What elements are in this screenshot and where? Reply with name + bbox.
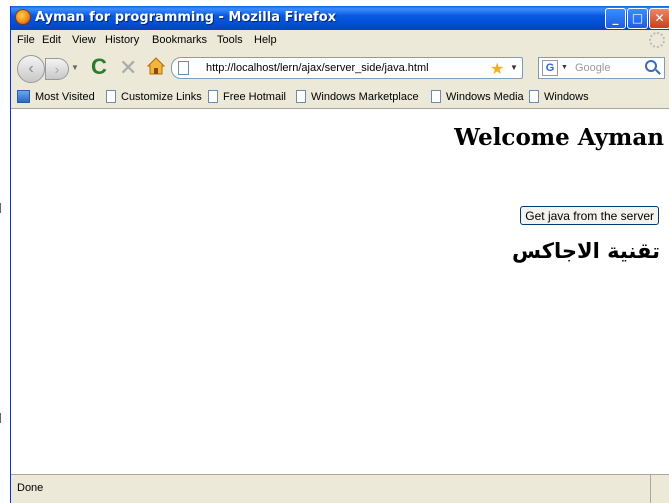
forward-button[interactable]: › <box>45 58 69 80</box>
menu-file[interactable]: File <box>17 34 35 46</box>
background-mark <box>0 413 4 423</box>
bookmarks-toolbar: Most Visited Customize Links Free Hotmai… <box>11 86 669 109</box>
stop-icon[interactable]: ✕ <box>119 55 137 81</box>
search-input[interactable]: Google <box>575 62 610 74</box>
window-title: Ayman for programming - Mozilla Firefox <box>35 10 337 25</box>
get-java-button[interactable]: Get java from the server <box>520 206 659 225</box>
bookmark-windows[interactable]: Windows <box>529 90 589 103</box>
status-text: Done <box>17 482 44 494</box>
search-icon[interactable] <box>645 60 657 72</box>
maximize-button[interactable]: □ <box>627 8 648 29</box>
url-input[interactable]: http://localhost/lern/ajax/server_side/j… <box>206 62 429 74</box>
page-icon <box>178 61 189 75</box>
page-icon <box>106 90 116 103</box>
page-icon <box>296 90 306 103</box>
engine-dropdown-icon[interactable]: ▼ <box>561 64 568 71</box>
menu-history[interactable]: History <box>105 34 139 46</box>
close-button[interactable]: ✕ <box>649 8 669 29</box>
bookmark-most-visited[interactable]: Most Visited <box>17 90 95 103</box>
browser-window: Ayman for programming - Mozilla Firefox … <box>10 6 669 503</box>
google-engine-icon[interactable]: G <box>542 60 558 76</box>
menu-edit[interactable]: Edit <box>42 34 61 46</box>
address-bar[interactable]: http://localhost/lern/ajax/server_side/j… <box>171 57 523 79</box>
menu-tools[interactable]: Tools <box>217 34 243 46</box>
bookmark-free-hotmail[interactable]: Free Hotmail <box>208 90 286 103</box>
page-icon <box>431 90 441 103</box>
history-dropdown-icon[interactable]: ▼ <box>71 63 79 72</box>
most-visited-icon <box>17 90 30 103</box>
bookmark-windows-media[interactable]: Windows Media <box>431 90 524 103</box>
navigation-toolbar: ‹ › ▼ C ✕ http://localhost/lern/ajax/ser… <box>11 50 669 86</box>
page-icon <box>208 90 218 103</box>
resize-grip[interactable] <box>650 475 669 503</box>
search-box[interactable]: G ▼ Google <box>538 57 665 79</box>
url-dropdown-icon[interactable]: ▼ <box>510 63 518 72</box>
status-bar: Done <box>11 474 669 503</box>
arabic-subheading: تقنية الاجاكس <box>512 239 660 263</box>
title-bar: Ayman for programming - Mozilla Firefox … <box>11 6 669 30</box>
reload-icon[interactable]: C <box>91 54 107 80</box>
firefox-icon <box>15 9 31 25</box>
page-content: Welcome Ayman Get java from the server ت… <box>11 109 669 474</box>
home-icon[interactable] <box>147 57 165 75</box>
back-button[interactable]: ‹ <box>17 55 45 83</box>
menu-bookmarks[interactable]: Bookmarks <box>152 34 207 46</box>
menu-help[interactable]: Help <box>254 34 277 46</box>
menu-bar: File Edit View History Bookmarks Tools H… <box>11 30 669 50</box>
bookmark-star-icon[interactable]: ★ <box>490 59 504 79</box>
throbber-icon <box>649 32 665 48</box>
minimize-button[interactable]: _ <box>605 8 626 29</box>
background-mark <box>0 203 4 213</box>
bookmark-windows-marketplace[interactable]: Windows Marketplace <box>296 90 419 103</box>
menu-view[interactable]: View <box>72 34 96 46</box>
page-icon <box>529 90 539 103</box>
page-title: Welcome Ayman <box>454 124 664 151</box>
bookmark-customize-links[interactable]: Customize Links <box>106 90 202 103</box>
